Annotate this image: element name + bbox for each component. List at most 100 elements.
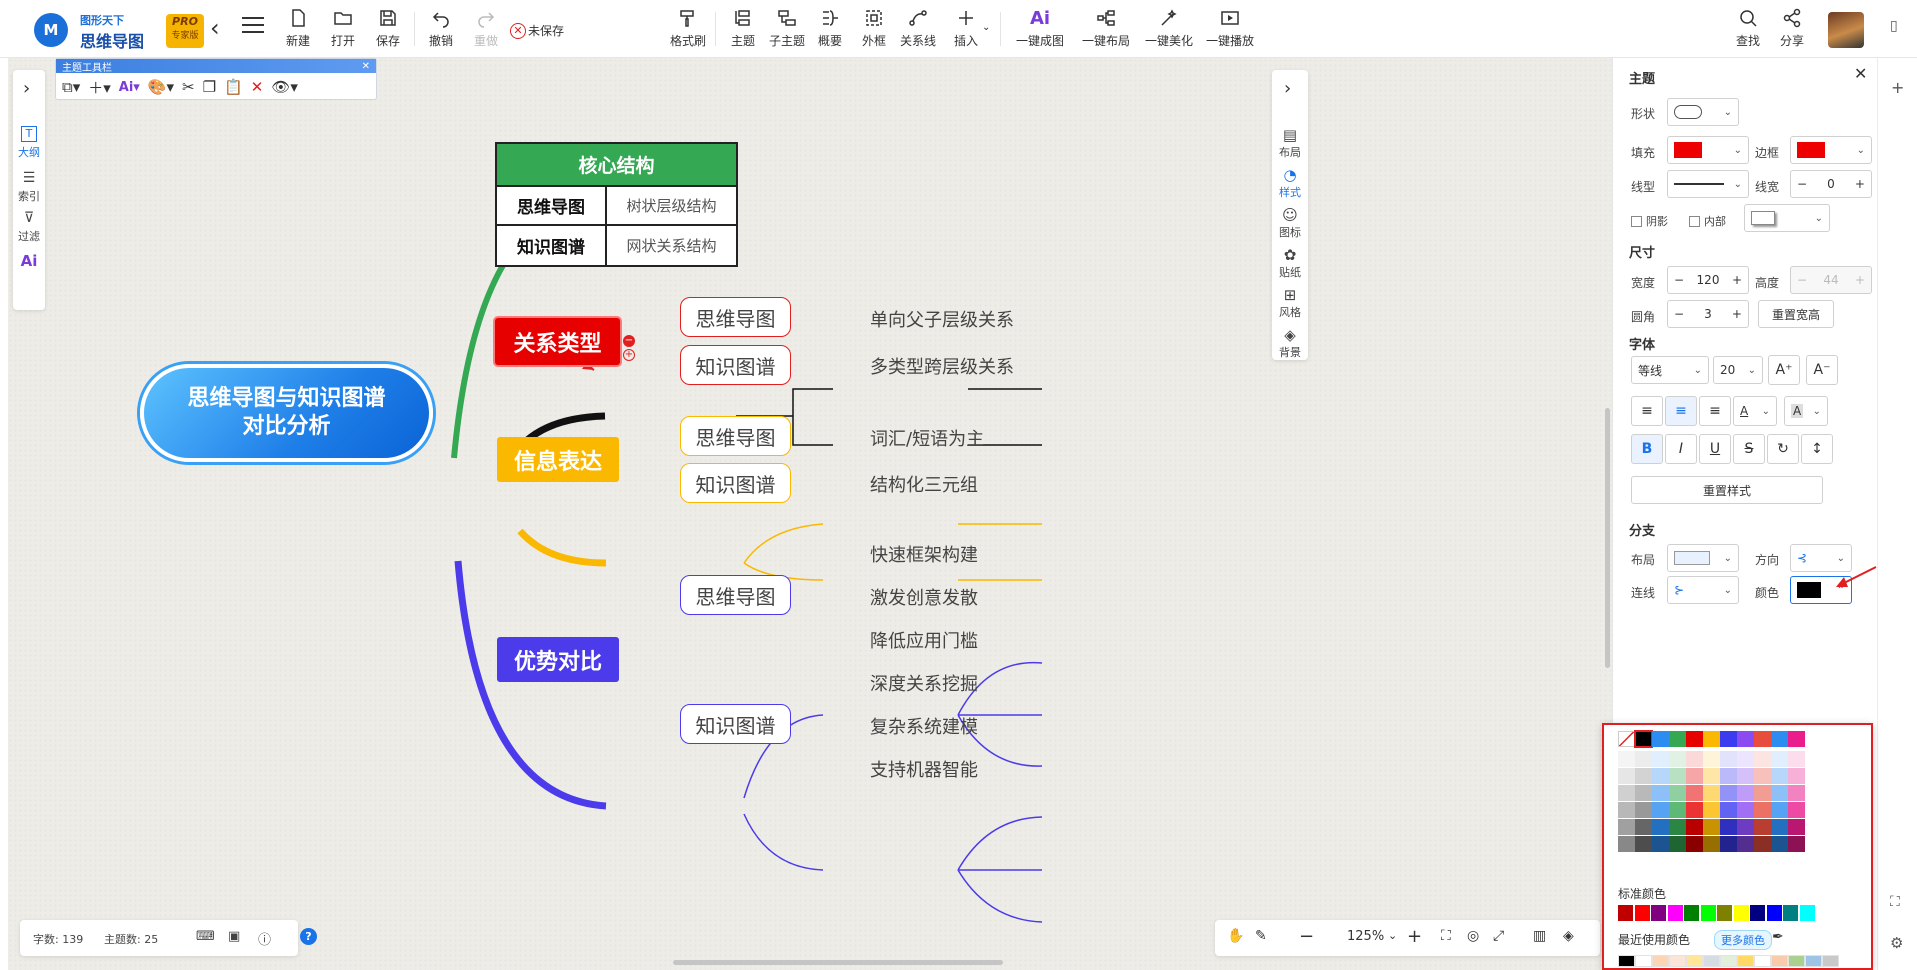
color-swatch[interactable]	[1720, 802, 1737, 818]
menu-icon[interactable]	[242, 17, 264, 33]
recent-color-swatch[interactable]	[1720, 955, 1737, 967]
connector-select[interactable]: ⊱ ⌄	[1667, 576, 1739, 604]
color-swatch[interactable]	[1703, 836, 1720, 852]
color-swatch[interactable]	[1754, 768, 1771, 784]
screenshot-icon[interactable]: ⛶	[1890, 894, 1900, 910]
boundary-button[interactable]: 外框	[862, 8, 886, 49]
recent-color-swatch[interactable]	[1737, 955, 1754, 967]
device-icon[interactable]: ▯	[1890, 18, 1898, 34]
color-swatch[interactable]	[1618, 751, 1635, 767]
color-swatch[interactable]	[1720, 836, 1737, 852]
sub-topic[interactable]: 思维导图	[680, 297, 791, 337]
sub-topic[interactable]: 知识图谱	[680, 463, 791, 503]
topic-button[interactable]: 主题	[731, 8, 755, 49]
settings-icon[interactable]: ⚙	[1890, 934, 1903, 952]
close-icon[interactable]: ✕	[362, 61, 370, 72]
color-swatch[interactable]	[1788, 802, 1805, 818]
font-size-select[interactable]: 20 ⌄	[1713, 356, 1763, 384]
zoom-level[interactable]: 125%	[1347, 929, 1384, 944]
standard-color-swatch[interactable]	[1766, 905, 1782, 921]
color-swatch[interactable]	[1788, 836, 1805, 852]
minimap-icon[interactable]: ▣	[228, 929, 240, 944]
standard-color-swatch[interactable]	[1651, 905, 1666, 921]
standard-color-swatch[interactable]	[1733, 905, 1749, 921]
redo-button[interactable]: 重做	[474, 8, 498, 49]
share-button[interactable]: 分享	[1780, 8, 1804, 49]
color-swatch[interactable]	[1737, 768, 1754, 784]
auto-layout-button[interactable]: 一键布局	[1082, 8, 1130, 49]
leaf-topic[interactable]: 单向父子层级关系	[870, 306, 1014, 332]
align-center-button[interactable]: ≡	[1665, 396, 1697, 426]
reset-style-button[interactable]: 重置样式	[1631, 476, 1823, 504]
color-swatch[interactable]	[1703, 751, 1720, 767]
color-swatch[interactable]	[1788, 785, 1805, 801]
format-painter-button[interactable]: 格式刷	[670, 8, 706, 49]
color-swatch[interactable]	[1788, 751, 1805, 767]
branch-layout-select[interactable]: ⌄	[1667, 544, 1739, 572]
color-swatch[interactable]	[1771, 768, 1788, 784]
color-swatch[interactable]	[1635, 768, 1652, 784]
branch-info-expression[interactable]: 信息表达	[497, 437, 619, 482]
color-swatch[interactable]	[1703, 802, 1720, 818]
filter-tab[interactable]: ⊽ 过滤	[17, 210, 41, 244]
color-swatch[interactable]	[1737, 731, 1754, 747]
recent-color-swatch[interactable]	[1652, 955, 1669, 967]
color-swatch[interactable]	[1703, 768, 1720, 784]
color-swatch[interactable]	[1788, 819, 1805, 835]
align-right-button[interactable]: ≡	[1699, 396, 1731, 426]
close-panel-icon[interactable]: ✕	[1854, 64, 1867, 83]
info-icon[interactable]: ⓘ	[258, 929, 271, 948]
color-swatch[interactable]	[1686, 751, 1703, 767]
background-tab[interactable]: ◈ 背景	[1278, 326, 1302, 360]
leaf-topic[interactable]: 支持机器智能	[870, 756, 978, 782]
color-swatch[interactable]	[1720, 785, 1737, 801]
open-button[interactable]: 打开	[331, 8, 355, 49]
color-swatch[interactable]	[1669, 751, 1686, 767]
color-swatch[interactable]	[1771, 751, 1788, 767]
color-swatch[interactable]	[1686, 802, 1703, 818]
color-swatch[interactable]	[1635, 819, 1652, 835]
strikethrough-button[interactable]: S	[1733, 434, 1765, 464]
inner-checkbox[interactable]: 内部	[1689, 213, 1726, 229]
paste-icon[interactable]: 📋	[224, 78, 243, 96]
theme-tab[interactable]: ⊞ 风格	[1278, 286, 1302, 320]
delete-icon[interactable]: ✕	[251, 78, 264, 96]
layout-tab[interactable]: ▤ 布局	[1278, 126, 1302, 160]
recent-color-swatch[interactable]	[1703, 955, 1720, 967]
eye-icon[interactable]: 👁▾	[271, 78, 298, 96]
ai-icon[interactable]: Ai▾	[119, 80, 140, 95]
color-swatch[interactable]	[1703, 819, 1720, 835]
color-swatch[interactable]	[1788, 731, 1805, 747]
standard-color-swatch[interactable]	[1750, 905, 1765, 921]
color-swatch[interactable]	[1618, 836, 1635, 852]
color-swatch[interactable]	[1754, 785, 1771, 801]
color-swatch[interactable]	[1652, 836, 1669, 852]
ai-tab[interactable]: Ai	[17, 252, 41, 270]
zoom-in-icon[interactable]: +	[1407, 926, 1422, 947]
add-child-icon[interactable]: +	[623, 349, 635, 361]
fill-color-select[interactable]: ⌄	[1667, 136, 1749, 164]
color-swatch[interactable]	[1686, 819, 1703, 835]
color-swatch[interactable]	[1686, 731, 1703, 747]
color-swatch[interactable]	[1703, 731, 1720, 747]
user-avatar[interactable]	[1828, 12, 1864, 48]
add-page-icon[interactable]: +	[1891, 78, 1904, 97]
color-swatch[interactable]	[1771, 836, 1788, 852]
color-swatch[interactable]	[1686, 785, 1703, 801]
recent-color-swatch[interactable]	[1754, 955, 1771, 967]
zoom-dropdown-icon[interactable]: ⌄	[1388, 929, 1397, 942]
color-swatch[interactable]	[1771, 802, 1788, 818]
horizontal-scrollbar[interactable]	[673, 960, 1003, 965]
icon-tab[interactable]: ☺ 图标	[1278, 206, 1302, 240]
color-swatch[interactable]	[1771, 731, 1788, 747]
bold-button[interactable]: B	[1631, 434, 1663, 464]
color-swatch[interactable]	[1669, 836, 1686, 852]
find-button[interactable]: 查找	[1736, 8, 1760, 49]
color-swatch[interactable]	[1652, 819, 1669, 835]
mindmap-canvas[interactable]: › T 大纲 ☰ 索引 ⊽ 过滤 Ai 主题工具栏 ✕ ⧉▾ ＋▾ Ai▾ 🎨▾ ✂ ❐…	[8, 58, 1612, 970]
recent-color-swatch[interactable]	[1618, 955, 1635, 967]
standard-color-swatch[interactable]	[1717, 905, 1732, 921]
more-colors-button[interactable]: 更多颜色	[1714, 930, 1772, 950]
ai-map-button[interactable]: Ai 一键成图	[1016, 8, 1064, 49]
standard-color-swatch[interactable]	[1667, 905, 1683, 921]
